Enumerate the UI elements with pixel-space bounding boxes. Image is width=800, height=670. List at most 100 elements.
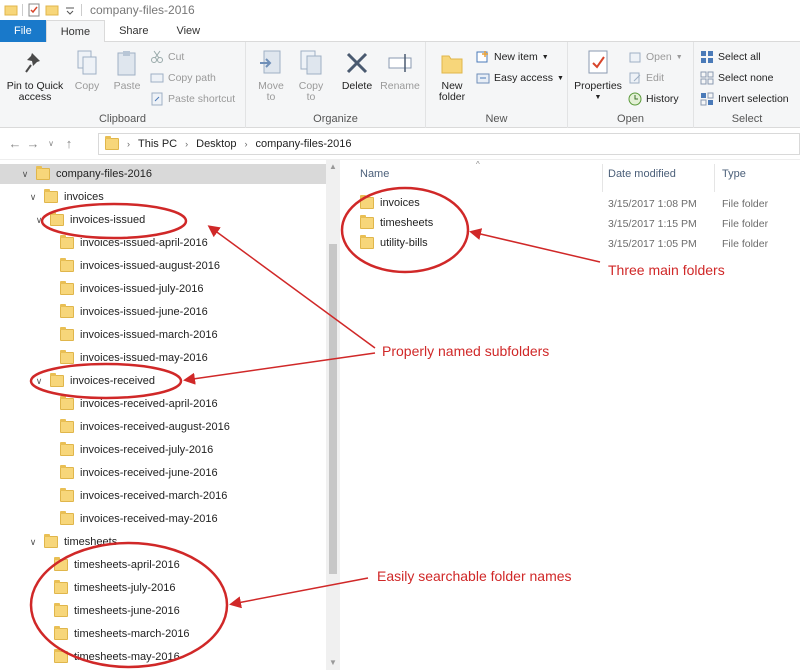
expanded-chevron-icon[interactable]: ∨ xyxy=(28,537,38,548)
breadcrumb-this-pc[interactable]: This PC xyxy=(138,138,177,150)
edit-button[interactable]: Edit xyxy=(628,71,664,85)
tree-item-invoices-issued-may[interactable]: invoices-issued-may-2016 xyxy=(60,348,208,368)
breadcrumb-separator-icon[interactable]: › xyxy=(244,139,247,149)
file-name: utility-bills xyxy=(380,237,428,249)
tree-item-invoices-received-august[interactable]: invoices-received-august-2016 xyxy=(60,417,230,437)
open-label: Open xyxy=(646,51,672,63)
customize-quick-access-icon[interactable] xyxy=(63,3,77,17)
easy-access-button[interactable]: Easy access ▼ xyxy=(476,71,564,85)
tree-item-timesheets-july[interactable]: timesheets-july-2016 xyxy=(54,578,176,598)
tab-share[interactable]: Share xyxy=(105,20,162,42)
invert-selection-button[interactable]: Invert selection xyxy=(700,92,789,106)
expanded-chevron-icon[interactable]: ∨ xyxy=(34,215,44,226)
scroll-thumb[interactable] xyxy=(329,244,337,574)
tree-item-invoices-received-march[interactable]: invoices-received-march-2016 xyxy=(60,486,227,506)
back-arrow-icon[interactable]: ← xyxy=(6,136,24,151)
column-header-date-modified[interactable]: Date modified xyxy=(608,168,676,186)
tree-item-invoices-issued-march[interactable]: invoices-issued-march-2016 xyxy=(60,325,218,345)
expanded-chevron-icon[interactable]: ∨ xyxy=(34,376,44,387)
invert-selection-label: Invert selection xyxy=(718,93,789,105)
tab-file[interactable]: File xyxy=(0,20,46,42)
folder-icon xyxy=(44,189,58,203)
scroll-up-arrow-icon[interactable]: ▲ xyxy=(326,160,340,174)
easy-access-icon xyxy=(476,71,490,85)
recent-locations-chevron-icon[interactable]: ∨ xyxy=(42,139,60,148)
copy-path-button[interactable]: Copy path xyxy=(150,71,216,85)
select-all-icon xyxy=(700,50,714,64)
expanded-chevron-icon[interactable]: ∨ xyxy=(28,192,38,203)
copy-to-button[interactable]: Copy to xyxy=(294,48,328,103)
tab-home[interactable]: Home xyxy=(45,20,106,43)
delete-x-icon xyxy=(343,48,371,78)
column-divider[interactable] xyxy=(602,164,603,192)
expanded-chevron-icon[interactable]: ∨ xyxy=(20,169,30,180)
new-item-button[interactable]: New item ▼ xyxy=(476,50,549,64)
folder-icon xyxy=(54,580,68,594)
paste-icon xyxy=(113,48,141,78)
cut-button[interactable]: Cut xyxy=(150,50,184,64)
breadcrumb-desktop[interactable]: Desktop xyxy=(196,138,236,150)
tree-item-invoices-issued-august[interactable]: invoices-issued-august-2016 xyxy=(60,256,220,276)
select-none-button[interactable]: Select none xyxy=(700,71,773,85)
dropdown-arrow-icon: ▼ xyxy=(556,74,564,82)
tree-item-timesheets-april[interactable]: timesheets-april-2016 xyxy=(54,555,180,575)
copy-button[interactable]: Copy xyxy=(70,48,104,92)
move-to-button[interactable]: Move to xyxy=(254,48,288,103)
paste-shortcut-icon xyxy=(150,92,164,106)
rename-button[interactable]: Rename xyxy=(380,48,420,92)
select-all-button[interactable]: Select all xyxy=(700,50,761,64)
file-row[interactable]: timesheets 3/15/2017 1:15 PM File folder xyxy=(360,214,800,234)
address-bar[interactable]: › This PC › Desktop › company-files-2016 xyxy=(98,133,800,155)
forward-arrow-icon[interactable]: → xyxy=(24,136,42,151)
column-header-type[interactable]: Type xyxy=(722,168,746,186)
file-name: timesheets xyxy=(380,217,434,229)
select-group-label: Select xyxy=(731,113,763,125)
tree-item-invoices-received-june[interactable]: invoices-received-june-2016 xyxy=(60,463,218,483)
ribbon-tabs: File Home Share View xyxy=(0,20,800,43)
breadcrumb-separator-icon[interactable]: › xyxy=(127,139,130,149)
navigation-pane: ∨ company-files-2016 ∨ invoices ∨ invoic… xyxy=(0,160,340,670)
paste-shortcut-button[interactable]: Paste shortcut xyxy=(150,92,235,106)
tree-item-invoices-received-july[interactable]: invoices-received-july-2016 xyxy=(60,440,213,460)
tree-item-label: invoices-issued-june-2016 xyxy=(80,306,208,318)
new-folder-quick-icon[interactable] xyxy=(45,3,59,17)
tree-item-timesheets[interactable]: ∨ timesheets xyxy=(28,532,117,552)
tree-item-invoices[interactable]: ∨ invoices xyxy=(28,187,104,207)
properties-button[interactable]: Properties ▼ xyxy=(572,48,624,103)
tree-item-invoices-issued-june[interactable]: invoices-issued-june-2016 xyxy=(60,302,208,322)
delete-button[interactable]: Delete xyxy=(340,48,374,92)
column-header-name[interactable]: Name xyxy=(360,168,389,186)
up-arrow-icon[interactable]: ↑ xyxy=(60,136,78,151)
tree-item-timesheets-may[interactable]: timesheets-may-2016 xyxy=(54,647,180,667)
open-button[interactable]: Open ▼ xyxy=(628,50,683,64)
tree-item-timesheets-march[interactable]: timesheets-march-2016 xyxy=(54,624,190,644)
column-divider[interactable] xyxy=(714,164,715,192)
history-button[interactable]: History xyxy=(628,92,679,106)
paste-button[interactable]: Paste xyxy=(110,48,144,92)
pin-to-quick-access-button[interactable]: Pin to Quick access xyxy=(4,48,66,103)
tree-item-invoices-received[interactable]: ∨ invoices-received xyxy=(34,371,155,391)
breadcrumb-company-files[interactable]: company-files-2016 xyxy=(255,138,351,150)
tree-item-invoices-issued[interactable]: ∨ invoices-issued xyxy=(34,210,145,230)
file-row[interactable]: utility-bills 3/15/2017 1:05 PM File fol… xyxy=(360,234,800,254)
properties-quick-icon[interactable] xyxy=(27,3,41,17)
rename-icon xyxy=(386,48,414,78)
tree-item-invoices-received-may[interactable]: invoices-received-may-2016 xyxy=(60,509,218,529)
folder-icon xyxy=(105,136,119,150)
scroll-down-arrow-icon[interactable]: ▼ xyxy=(326,656,340,670)
tree-item-invoices-issued-april[interactable]: invoices-issued-april-2016 xyxy=(60,233,208,253)
breadcrumb-separator-icon[interactable]: › xyxy=(185,139,188,149)
tree-item-timesheets-june[interactable]: timesheets-june-2016 xyxy=(54,601,180,621)
tree-item-invoices-issued-july[interactable]: invoices-issued-july-2016 xyxy=(60,279,204,299)
tab-view[interactable]: View xyxy=(162,20,214,42)
tree-item-company-files-2016[interactable]: ∨ company-files-2016 xyxy=(0,164,326,184)
file-date: 3/15/2017 1:05 PM xyxy=(608,238,697,250)
new-folder-button[interactable]: New folder xyxy=(434,48,470,103)
folder-icon xyxy=(60,304,74,318)
divider xyxy=(81,4,82,16)
tree-item-label: invoices-issued-march-2016 xyxy=(80,329,218,341)
tree-item-invoices-received-april[interactable]: invoices-received-april-2016 xyxy=(60,394,218,414)
nav-pane-scrollbar[interactable]: ▲ ▼ xyxy=(326,160,340,670)
pin-icon xyxy=(21,48,49,78)
file-row[interactable]: invoices 3/15/2017 1:08 PM File folder xyxy=(360,194,800,214)
